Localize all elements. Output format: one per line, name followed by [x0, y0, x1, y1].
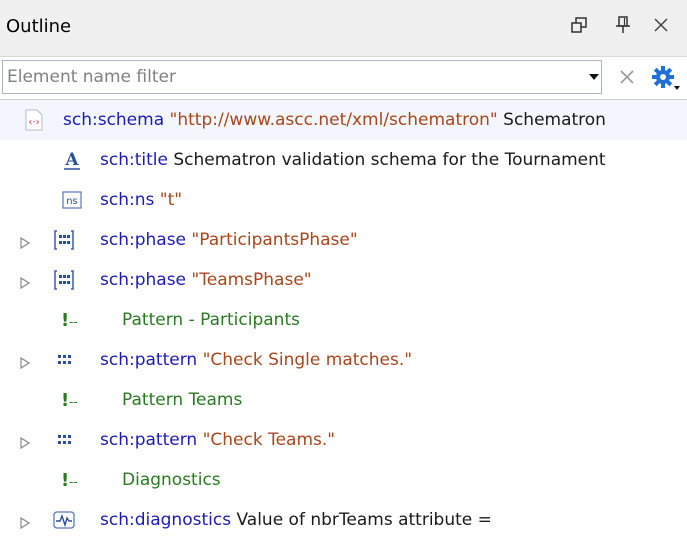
outline-title-bar: Outline: [0, 0, 687, 57]
comment-icon: ! --: [60, 388, 84, 412]
element-name: sch:title: [100, 150, 168, 170]
tree-row-pattern-single[interactable]: sch:pattern "Check Single matches.": [0, 340, 687, 380]
comment-text: Pattern - Participants: [122, 310, 300, 330]
pattern-icon: [52, 348, 76, 372]
tree-row-ns[interactable]: ns sch:ns "t": [0, 180, 687, 220]
tree-row-title[interactable]: A sch:title Schematron validation schema…: [0, 140, 687, 180]
element-text: Schematron: [503, 110, 606, 130]
panel-title: Outline: [6, 16, 72, 37]
svg-text:A: A: [64, 150, 79, 170]
element-name: sch:diagnostics: [100, 510, 232, 530]
tree-row-comment-teams[interactable]: ! -- Pattern Teams: [0, 380, 687, 420]
svg-text:--: --: [69, 315, 78, 329]
element-name: sch:phase: [100, 230, 187, 250]
diagnostics-icon: [52, 508, 76, 532]
text-icon: A: [60, 148, 84, 172]
close-icon[interactable]: [648, 12, 674, 38]
element-name: sch:ns: [100, 190, 155, 210]
phase-icon: [52, 268, 76, 292]
pin-icon[interactable]: [610, 12, 636, 38]
element-text: Value of nbrTeams attribute =: [236, 510, 492, 530]
filter-bar: [0, 57, 687, 100]
restore-icon[interactable]: [566, 12, 592, 38]
svg-text:--: --: [69, 475, 78, 489]
settings-gear-icon[interactable]: [650, 64, 682, 92]
element-text: Schematron validation schema for the Tou…: [173, 150, 606, 170]
comment-icon: ! --: [60, 468, 84, 492]
expand-chevron-icon[interactable]: [20, 514, 31, 530]
pattern-icon: [52, 428, 76, 452]
tree-row-diagnostics[interactable]: sch:diagnostics Value of nbrTeams attrib…: [0, 500, 687, 540]
tree-row-comment-participants[interactable]: ! -- Pattern - Participants: [0, 300, 687, 340]
svg-text:ns: ns: [66, 196, 78, 207]
tree-row-phase-participants[interactable]: sch:phase "ParticipantsPhase": [0, 220, 687, 260]
filter-history-dropdown-icon[interactable]: [585, 68, 603, 86]
tree-row-comment-diagnostics[interactable]: ! -- Diagnostics: [0, 460, 687, 500]
clear-filter-icon[interactable]: [616, 66, 638, 88]
svg-text:!: !: [61, 470, 69, 491]
element-name-filter-input[interactable]: [2, 60, 602, 94]
svg-text:!: !: [61, 390, 69, 411]
attribute-value: "t": [159, 190, 183, 210]
attribute-value: "Check Teams.": [202, 430, 336, 450]
schema-icon: ‹·›: [22, 108, 46, 132]
phase-icon: [52, 228, 76, 252]
svg-text:--: --: [69, 395, 78, 409]
expand-chevron-icon[interactable]: [20, 274, 31, 290]
svg-text:!: !: [61, 310, 69, 331]
svg-text:‹·›: ‹·›: [28, 117, 39, 128]
tree-row-schema[interactable]: ‹·› sch:schema "http://www.ascc.net/xml/…: [0, 100, 687, 140]
attribute-value: "http://www.ascc.net/xml/schematron": [169, 110, 498, 130]
comment-text: Pattern Teams: [122, 390, 243, 410]
element-name: sch:pattern: [100, 430, 198, 450]
namespace-icon: ns: [60, 188, 84, 212]
attribute-value: "Check Single matches.": [202, 350, 413, 370]
expand-chevron-icon[interactable]: [20, 434, 31, 450]
comment-text: Diagnostics: [122, 470, 221, 490]
expand-chevron-icon[interactable]: [20, 354, 31, 370]
comment-icon: ! --: [60, 308, 84, 332]
element-name: sch:schema: [63, 110, 165, 130]
element-name: sch:phase: [100, 270, 187, 290]
element-name: sch:pattern: [100, 350, 198, 370]
attribute-value: "ParticipantsPhase": [191, 230, 358, 250]
expand-chevron-icon[interactable]: [20, 234, 31, 250]
tree-row-phase-teams[interactable]: sch:phase "TeamsPhase": [0, 260, 687, 300]
attribute-value: "TeamsPhase": [191, 270, 312, 290]
tree-row-pattern-teams[interactable]: sch:pattern "Check Teams.": [0, 420, 687, 460]
